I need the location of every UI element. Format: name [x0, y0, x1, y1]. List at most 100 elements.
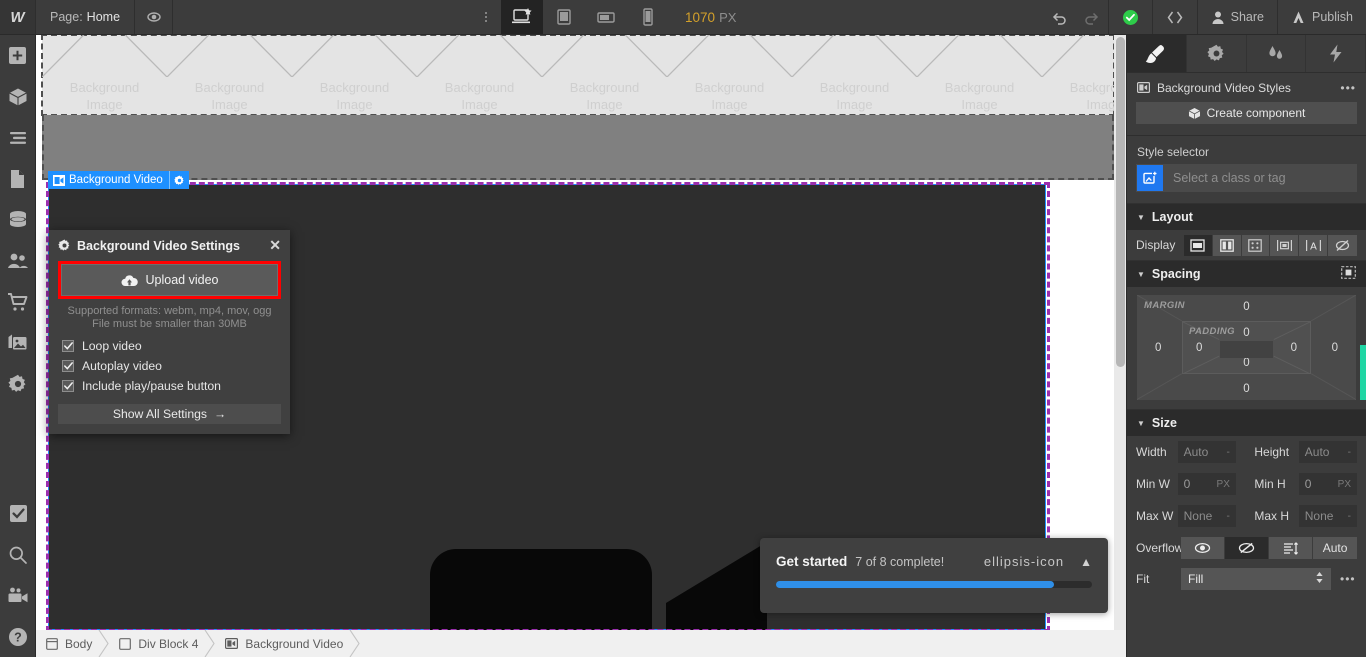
loop-video-checkbox[interactable] — [62, 340, 74, 352]
svg-text:A: A — [1310, 241, 1317, 252]
padding-right-value[interactable]: 0 — [1291, 342, 1297, 354]
chevron-up-icon[interactable]: ▲ — [1080, 555, 1092, 569]
sidebar-item-ecommerce[interactable] — [0, 281, 35, 322]
undo-icon — [1053, 12, 1066, 25]
publish-button[interactable]: Publish — [1277, 0, 1366, 34]
sidebar-item-assets[interactable] — [0, 322, 35, 363]
breadcrumb-item-background-video[interactable]: Background Video — [215, 630, 349, 657]
breadcrumb-item-body[interactable]: Body — [36, 630, 98, 657]
code-export-button[interactable] — [1151, 0, 1197, 34]
overflow-hidden-button[interactable] — [1225, 537, 1270, 559]
margin-bottom-value[interactable]: 0 — [1243, 383, 1249, 395]
sidebar-item-pages[interactable] — [0, 158, 35, 199]
element-name-badge[interactable]: Background Video — [48, 171, 189, 189]
show-all-settings-button[interactable]: Show All Settings → — [58, 404, 281, 424]
canvas-scrollbar-thumb[interactable] — [1116, 37, 1125, 367]
tab-interactions[interactable] — [1247, 35, 1307, 72]
height-input[interactable]: Auto - — [1298, 441, 1358, 463]
tab-effects[interactable] — [1306, 35, 1366, 72]
autoplay-video-row[interactable]: Autoplay video — [49, 356, 290, 376]
breakpoint-menu-button[interactable] — [471, 0, 501, 34]
section-header-size[interactable]: ▼ Size — [1127, 409, 1366, 436]
sidebar-item-cms[interactable] — [0, 199, 35, 240]
grey-section-block[interactable] — [42, 115, 1114, 180]
get-started-progress-text: 7 of 8 complete! — [855, 554, 945, 569]
ellipsis-icon[interactable]: ••• — [1340, 81, 1356, 95]
loop-video-row[interactable]: Loop video — [49, 336, 290, 356]
overflow-scroll-button[interactable] — [1269, 537, 1314, 559]
sidebar-item-video-tutorials[interactable] — [0, 575, 36, 616]
play-pause-row[interactable]: Include play/pause button — [49, 376, 290, 396]
desktop-star-icon — [512, 8, 532, 24]
get-started-panel[interactable]: Get started 7 of 8 complete! ellipsis-ic… — [760, 538, 1108, 613]
overflow-auto-button[interactable]: Auto — [1313, 537, 1357, 559]
display-grid-button[interactable] — [1241, 234, 1271, 256]
bg-image-placeholder: BackgroundImage — [667, 35, 792, 115]
upload-video-button[interactable]: Upload video — [61, 264, 278, 296]
preview-toggle[interactable] — [135, 0, 174, 34]
close-icon[interactable]: ✕ — [269, 237, 281, 254]
redo-button[interactable] — [1076, 0, 1108, 34]
play-pause-checkbox[interactable] — [62, 380, 74, 392]
padding-left-value[interactable]: 0 — [1196, 342, 1202, 354]
display-flex-button[interactable] — [1212, 234, 1242, 256]
style-selector-field[interactable]: Select a class or tag — [1136, 164, 1357, 192]
sidebar-item-components[interactable] — [0, 76, 35, 117]
padding-control[interactable]: PADDING 0 0 0 0 — [1182, 321, 1311, 374]
desktop-breakpoint[interactable] — [501, 0, 544, 34]
mobile-landscape-breakpoint[interactable] — [585, 0, 627, 34]
bg-image-label: BackgroundImage — [1069, 80, 1114, 112]
tablet-breakpoint[interactable] — [543, 0, 585, 34]
ellipsis-icon[interactable]: ellipsis-icon — [984, 554, 1064, 569]
sidebar-item-help[interactable]: ? — [0, 616, 36, 657]
sidebar-item-add-elements[interactable] — [0, 35, 35, 76]
min-width-input[interactable]: 0 PX — [1177, 473, 1236, 495]
sidebar-item-audit[interactable] — [0, 493, 36, 534]
undo-button[interactable] — [1044, 0, 1076, 34]
height-value: Auto — [1304, 445, 1330, 459]
layers-icon — [9, 131, 26, 144]
sidebar-item-search[interactable] — [0, 534, 36, 575]
check-icon — [63, 342, 73, 350]
panel-scroll-indicator[interactable] — [1360, 345, 1366, 400]
spacing-mode-icon[interactable] — [1341, 266, 1356, 282]
share-button[interactable]: Share — [1196, 0, 1277, 34]
width-input[interactable]: Auto - — [1177, 441, 1236, 463]
page-selector[interactable]: Page: Home — [36, 0, 136, 34]
ellipsis-icon[interactable]: ••• — [1340, 572, 1356, 586]
tab-style[interactable] — [1127, 35, 1187, 72]
save-status-button[interactable] — [1107, 0, 1152, 34]
margin-right-value[interactable]: 0 — [1332, 342, 1338, 354]
display-block-button[interactable] — [1183, 234, 1213, 256]
spacing-control[interactable]: MARGIN 0 0 0 0 PADDING 0 0 0 0 — [1137, 295, 1356, 400]
sidebar-item-settings[interactable] — [0, 363, 35, 404]
display-inline-button[interactable]: A — [1299, 234, 1329, 256]
tab-settings[interactable] — [1187, 35, 1247, 72]
padding-bottom-value[interactable]: 0 — [1243, 357, 1249, 369]
max-height-input[interactable]: None - — [1298, 505, 1358, 527]
margin-top-value[interactable]: 0 — [1243, 301, 1249, 313]
autoplay-video-checkbox[interactable] — [62, 360, 74, 372]
create-component-label: Create component — [1206, 106, 1306, 120]
display-inline-block-button[interactable] — [1270, 234, 1300, 256]
breadcrumb-item-div-block-4[interactable]: Div Block 4 — [109, 630, 204, 657]
display-none-button[interactable] — [1328, 234, 1358, 256]
section-header-layout[interactable]: ▼ Layout — [1127, 203, 1366, 230]
canvas-scrollbar[interactable] — [1114, 35, 1126, 630]
background-video-settings-popover[interactable]: Background Video Settings ✕ Upload video… — [49, 230, 290, 434]
margin-left-value[interactable]: 0 — [1155, 342, 1161, 354]
mobile-portrait-breakpoint[interactable] — [627, 0, 669, 34]
padding-top-value[interactable]: 0 — [1243, 327, 1249, 339]
max-width-input[interactable]: None - — [1177, 505, 1236, 527]
fit-select[interactable]: Fill — [1181, 568, 1331, 590]
overflow-visible-button[interactable] — [1181, 537, 1226, 559]
create-component-button[interactable]: Create component — [1136, 102, 1357, 124]
element-settings-button[interactable] — [170, 174, 189, 186]
sidebar-item-users[interactable] — [0, 240, 35, 281]
chevron-pattern-icon — [667, 35, 792, 77]
sidebar-item-navigator[interactable] — [0, 117, 35, 158]
section-header-spacing[interactable]: ▼ Spacing — [1127, 260, 1366, 287]
min-height-input[interactable]: 0 PX — [1298, 473, 1358, 495]
webflow-logo[interactable]: W — [0, 0, 36, 34]
background-image-strip[interactable]: Background Image Background Image Backgrou… — [41, 35, 1115, 116]
